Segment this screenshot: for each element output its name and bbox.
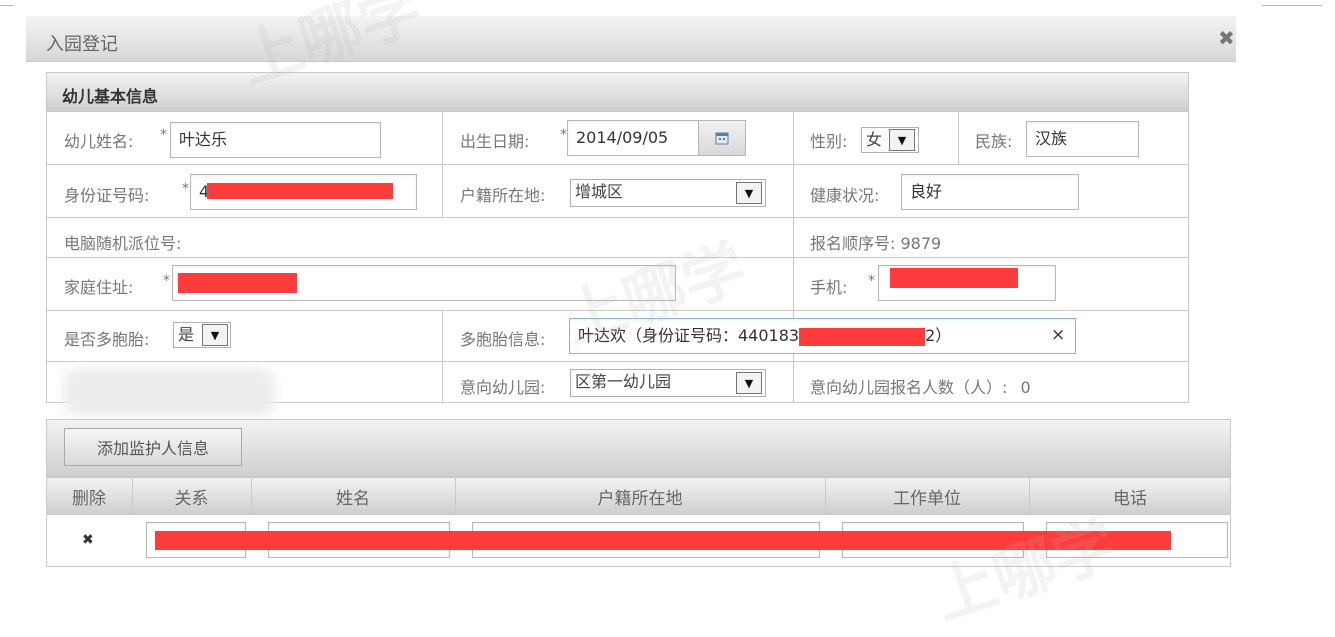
hukou-label: 户籍所在地: (460, 186, 546, 205)
kindergarten-count-value: 0 (1020, 378, 1031, 397)
id-number-label: 身份证号码: (64, 186, 150, 205)
grid-line (46, 217, 1189, 218)
address-label: 家庭住址: (64, 278, 134, 297)
add-guardian-button[interactable]: 添加监护人信息 (64, 428, 242, 466)
ethnicity-input[interactable]: 汉族 (1026, 121, 1139, 157)
computer-seat-label: 电脑随机派位号: (64, 234, 182, 253)
child-name-input[interactable]: 叶达乐 (170, 122, 381, 158)
column-header-phone: 电话 (1113, 488, 1147, 509)
gender-label: 性别: (810, 132, 848, 151)
dialog-title: 入园登记 (46, 34, 118, 55)
grid-line (958, 111, 959, 164)
grid-line (46, 164, 1189, 165)
column-header-delete: 删除 (72, 488, 106, 509)
kindergarten-value: 区第一幼儿园 (575, 372, 672, 391)
required-mark: * (560, 127, 567, 143)
multiple-info-prefix: 叶达欢（身份证号码：440183 (578, 326, 800, 345)
child-name-label: 幼儿姓名: (64, 132, 134, 151)
health-label: 健康状况: (810, 186, 880, 205)
redaction-bar (178, 273, 297, 293)
required-mark: * (182, 181, 189, 197)
grid-line (793, 111, 794, 403)
health-input[interactable]: 良好 (901, 174, 1079, 210)
hukou-value: 增城区 (575, 182, 624, 201)
multiple-info-input[interactable]: 叶达欢（身份证号码：440183 2） (569, 318, 1076, 354)
corner-line-left (0, 0, 14, 6)
calendar-button[interactable] (698, 121, 745, 155)
column-header-hukou: 户籍所在地 (597, 488, 683, 509)
required-mark: * (868, 273, 875, 289)
multiple-birth-label: 是否多胞胎: (64, 330, 150, 349)
chevron-down-icon[interactable]: ▼ (889, 129, 915, 151)
column-header-name: 姓名 (336, 488, 370, 509)
delete-row-icon[interactable]: ✖ (82, 532, 94, 548)
close-icon[interactable]: ✖ (1218, 26, 1235, 50)
child-info-title: 幼儿基本信息 (62, 87, 159, 106)
grid-line (442, 111, 443, 217)
redaction-bar (155, 531, 1171, 550)
multiple-birth-value: 是 (178, 325, 195, 344)
chevron-down-icon[interactable]: ▼ (736, 182, 762, 204)
child-info-header (46, 72, 1189, 112)
dialog-titlebar (26, 16, 1236, 62)
redaction-bar (890, 268, 1018, 288)
column-header-relation: 关系 (174, 488, 209, 509)
multiple-info-suffix: 2） (925, 326, 952, 345)
calendar-icon (715, 132, 729, 145)
gender-value: 女 (866, 130, 883, 149)
grid-line (46, 310, 1189, 311)
required-mark: * (160, 127, 167, 143)
redaction-bar (799, 327, 926, 346)
registration-order: 报名顺序号: 9879 (810, 230, 941, 254)
kindergarten-label: 意向幼儿园: (460, 378, 546, 397)
chevron-down-icon[interactable]: ▼ (202, 324, 228, 346)
redaction-bar (207, 183, 393, 199)
grid-line (46, 257, 1189, 258)
chevron-down-icon[interactable]: ▼ (736, 372, 762, 394)
required-mark: * (163, 273, 170, 289)
phone-label: 手机: (810, 278, 848, 297)
ethnicity-label: 民族: (975, 132, 1013, 151)
kindergarten-count: 意向幼儿园报名人数（人）: 0 (810, 374, 1031, 398)
column-header-employer: 工作单位 (893, 488, 961, 509)
registration-order-label: 报名顺序号: (810, 234, 896, 253)
remove-multiple-icon[interactable]: × (1051, 325, 1065, 345)
grid-line (46, 361, 1189, 362)
blurred-region (64, 368, 274, 416)
kindergarten-count-label: 意向幼儿园报名人数（人）: (810, 378, 1008, 397)
registration-order-value: 9879 (900, 234, 942, 253)
grid-line (442, 310, 443, 403)
birth-date-label: 出生日期: (460, 132, 530, 151)
multiple-info-label: 多胞胎信息: (460, 330, 546, 349)
corner-line-right (1262, 0, 1322, 6)
